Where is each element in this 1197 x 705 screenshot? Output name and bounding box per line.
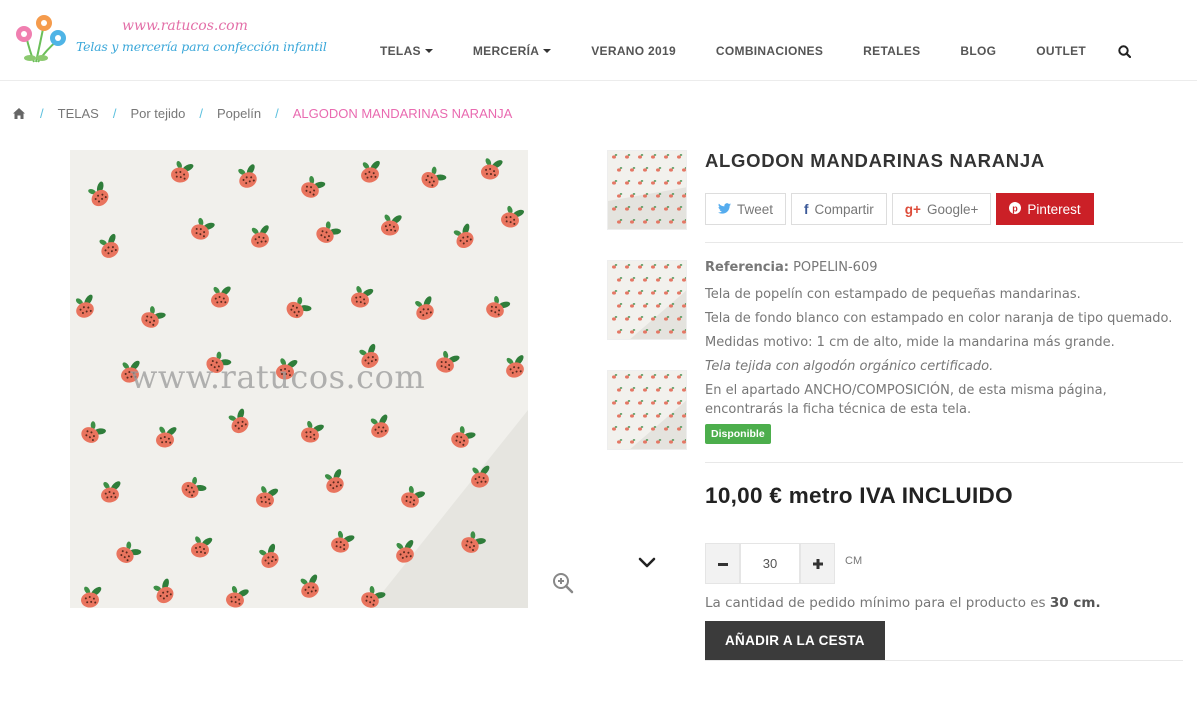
chevron-down-icon[interactable] [637, 552, 657, 572]
quantity-increase-button[interactable] [800, 543, 835, 584]
nav-item-label: BLOG [960, 44, 997, 58]
thumbnail-image [608, 261, 686, 339]
quantity-input[interactable] [740, 543, 800, 584]
product-reference: Referencia: POPELIN-609 [705, 260, 1183, 275]
minimum-value: 30 cm. [1049, 595, 1101, 611]
description-line: Medidas motivo: 1 cm de alto, mide la ma… [705, 335, 1115, 350]
divider [705, 462, 1183, 463]
breadcrumb-separator: / [40, 106, 44, 121]
nav-item-label: MERCERÍA [472, 44, 540, 58]
add-to-cart-button[interactable]: AÑADIR A LA CESTA [705, 621, 885, 660]
pinterest-label: Pinterest [1027, 201, 1081, 217]
nav-item-label: VERANO 2019 [591, 44, 676, 58]
nav-item-label: COMBINACIONES [715, 44, 824, 58]
breadcrumb-separator: / [275, 106, 279, 121]
pinterest-button[interactable]: p Pinterest [996, 193, 1094, 225]
description-line: Tela de popelín con estampado de pequeña… [705, 287, 1081, 302]
breadcrumb-current: ALGODON MANDARINAS NARANJA [292, 106, 513, 121]
main-nav: TELAS MERCERÍA VERANO 2019 COMBINACIONES… [360, 36, 1138, 66]
facebook-icon: f [804, 201, 809, 217]
nav-item-verano[interactable]: VERANO 2019 [571, 36, 696, 66]
minus-icon [717, 562, 728, 566]
description-line: Tela tejida con algodón orgánico certifi… [705, 359, 994, 374]
availability-badge: Disponible [705, 424, 771, 444]
google-plus-icon: g+ [904, 201, 921, 217]
nav-item-label: TELAS [380, 44, 421, 58]
breadcrumb: / TELAS / Por tejido / Popelín / ALGODON… [12, 106, 512, 121]
nav-item-outlet[interactable]: OUTLET [1016, 36, 1106, 66]
description-line: En el apartado ANCHO/COMPOSICIÓN, de est… [705, 383, 1107, 417]
flowers-logo-icon [16, 15, 66, 63]
nav-item-blog[interactable]: BLOG [940, 36, 1016, 66]
breadcrumb-item-por-tejido[interactable]: Por tejido [130, 106, 185, 121]
nav-item-telas[interactable]: TELAS [360, 36, 453, 66]
search-icon[interactable] [1110, 37, 1138, 65]
google-plus-button[interactable]: g+ Google+ [891, 193, 992, 225]
thumbnail-1[interactable] [607, 150, 687, 230]
product-description: Tela de popelín con estampado de pequeña… [705, 285, 1183, 419]
caret-down-icon [424, 49, 433, 53]
description-line: Tela de fondo blanco con estampado en co… [705, 311, 1173, 326]
home-icon[interactable] [12, 107, 26, 121]
site-logo[interactable]: www.ratucos.com Telas y mercería para co… [12, 14, 327, 70]
divider [705, 242, 1183, 243]
image-watermark: www.ratucos.com [130, 358, 426, 396]
add-to-cart-wrapper: AÑADIR A LA CESTA [705, 621, 1183, 660]
product-info: ALGODON MANDARINAS NARANJA Tweet f Compa… [705, 150, 1183, 661]
quantity-stepper: CM [705, 543, 1183, 584]
product-title: ALGODON MANDARINAS NARANJA [705, 150, 1045, 171]
nav-item-merceria[interactable]: MERCERÍA [453, 36, 571, 66]
product-main-image[interactable]: www.ratucos.com [70, 150, 528, 608]
site-header: www.ratucos.com Telas y mercería para co… [0, 0, 1197, 81]
minimum-order-notice: La cantidad de pedido mínimo para el pro… [705, 595, 1183, 611]
minimum-text: La cantidad de pedido mínimo para el pro… [705, 595, 1046, 611]
product-price: 10,00 € metro IVA INCLUIDO [705, 483, 1013, 508]
breadcrumb-item-telas[interactable]: TELAS [58, 106, 99, 121]
plus-icon [812, 558, 823, 569]
reference-label: Referencia: [705, 260, 789, 275]
nav-item-retales[interactable]: RETALES [843, 36, 940, 66]
breadcrumb-item-popelin[interactable]: Popelín [217, 106, 261, 121]
nav-item-label: OUTLET [1036, 44, 1087, 58]
twitter-icon [718, 202, 731, 217]
thumbnail-2[interactable] [607, 260, 687, 340]
facebook-share-button[interactable]: f Compartir [791, 193, 887, 225]
google-label: Google+ [926, 201, 979, 217]
nav-item-label: RETALES [863, 44, 921, 58]
breadcrumb-separator: / [199, 106, 203, 121]
pinterest-icon: p [1009, 201, 1022, 217]
share-buttons: Tweet f Compartir g+ Google+ p Pinterest [705, 193, 1183, 225]
divider [705, 660, 1183, 661]
thumbnail-image [608, 151, 686, 229]
zoom-in-icon[interactable] [552, 572, 574, 594]
tweet-button[interactable]: Tweet [705, 193, 787, 225]
thumbnail-image [608, 371, 686, 449]
breadcrumb-separator: / [112, 106, 117, 121]
tweet-label: Tweet [737, 201, 774, 217]
reference-value: POPELIN-609 [793, 260, 878, 275]
nav-item-combinaciones[interactable]: COMBINACIONES [696, 36, 843, 66]
quantity-decrease-button[interactable] [705, 543, 740, 584]
caret-down-icon [543, 49, 552, 53]
share-label: Compartir [814, 201, 874, 217]
quantity-unit: CM [845, 554, 863, 567]
svg-text:p: p [1013, 203, 1019, 213]
logo-tagline: Telas y mercería para confección infanti… [76, 39, 327, 54]
thumbnail-3[interactable] [607, 370, 687, 450]
logo-url: www.ratucos.com [122, 18, 248, 34]
